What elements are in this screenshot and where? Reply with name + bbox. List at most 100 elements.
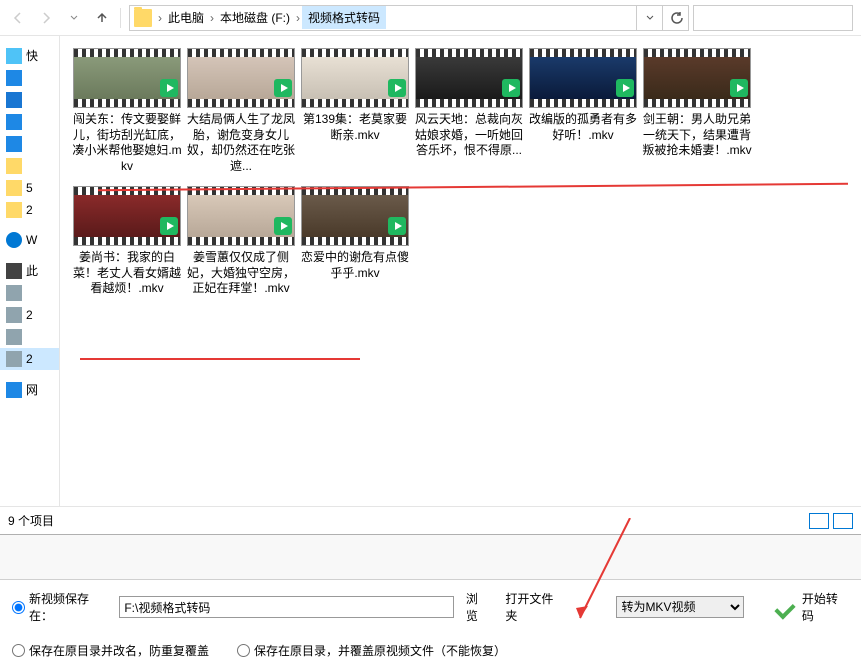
file-item[interactable]: 姜雪蕙仅仅成了侧妃，大婚独守空房，正妃在拜堂！.mkv (186, 186, 296, 297)
radio-input[interactable] (12, 601, 25, 614)
crumb-pc[interactable]: 此电脑 (164, 9, 208, 26)
view-icons-button[interactable] (833, 513, 853, 529)
forward-button[interactable] (34, 6, 58, 30)
sidebar-item[interactable]: 2 (0, 348, 59, 370)
sidebar-label: 2 (26, 203, 33, 217)
radio-input[interactable] (237, 644, 250, 657)
back-button[interactable] (6, 6, 30, 30)
play-icon (730, 79, 748, 97)
sidebar-item[interactable] (0, 133, 59, 155)
sidebar-item[interactable]: 2 (0, 304, 59, 326)
sidebar-item[interactable] (0, 155, 59, 177)
refresh-button[interactable] (662, 6, 688, 30)
browse-button[interactable]: 浏览 (462, 588, 494, 626)
drive-icon (6, 329, 22, 345)
radio-input[interactable] (12, 644, 25, 657)
sidebar-label: 此 (26, 262, 38, 279)
crumb-drive[interactable]: 本地磁盘 (F:) (216, 9, 294, 26)
file-item[interactable]: 改编版的孤勇者有多好听！.mkv (528, 48, 638, 174)
search-input[interactable] (693, 5, 853, 31)
sidebar-item[interactable] (0, 282, 59, 304)
status-bar: 9 个项目 (0, 506, 861, 534)
play-icon (388, 79, 406, 97)
sidebar-pc[interactable]: 此 (0, 259, 59, 282)
picture-icon (6, 136, 22, 152)
sidebar-label: 5 (26, 181, 33, 195)
play-icon (274, 79, 292, 97)
file-item[interactable]: 大结局俩人生了龙凤胎，谢危变身女儿奴，却仍然还在吃张遮... (186, 48, 296, 174)
sidebar-item[interactable] (0, 67, 59, 89)
file-name: 风云天地：总裁向灰姑娘求婚，一听她回答乐坏，恨不得原... (414, 112, 524, 159)
file-name: 第139集：老莫家要断亲.mkv (300, 112, 410, 143)
sidebar-label: 快 (26, 47, 38, 64)
file-item[interactable]: 风云天地：总裁向灰姑娘求婚，一听她回答乐坏，恨不得原... (414, 48, 524, 174)
chevron-right-icon: › (156, 11, 164, 25)
sidebar-item[interactable] (0, 111, 59, 133)
sidebar-wps[interactable]: W (0, 229, 59, 251)
sidebar-item[interactable]: 2 (0, 199, 59, 221)
play-icon (388, 217, 406, 235)
video-thumbnail (73, 48, 181, 108)
file-item[interactable]: 恋爱中的谢危有点傻乎乎.mkv (300, 186, 410, 297)
sidebar-item[interactable]: 5 (0, 177, 59, 199)
folder-icon (6, 158, 22, 174)
recent-dropdown[interactable] (62, 6, 86, 30)
video-thumbnail (187, 186, 295, 246)
save-location-radio[interactable]: 新视频保存在： (12, 590, 111, 624)
play-icon (160, 79, 178, 97)
file-name: 闯关东：传文要娶鲜儿，街坊刮光缸底，凑小米帮他娶媳妇.mkv (72, 112, 182, 174)
file-name: 恋爱中的谢危有点傻乎乎.mkv (300, 250, 410, 281)
file-name: 剑王朝：男人助兄弟一统天下，结果遭背叛被抢未婚妻！.mkv (642, 112, 752, 159)
video-thumbnail (415, 48, 523, 108)
start-convert-button[interactable]: 开始转码 (772, 590, 849, 624)
file-name: 姜尚书：我家的白菜！老丈人看女婿越看越烦！.mkv (72, 250, 182, 297)
path-input[interactable] (119, 596, 453, 618)
save-overwrite-radio[interactable]: 保存在原目录，并覆盖原视频文件（不能恢复） (237, 642, 506, 659)
file-view[interactable]: 闯关东：传文要娶鲜儿，街坊刮光缸底，凑小米帮他娶媳妇.mkv 大结局俩人生了龙凤… (60, 36, 861, 506)
video-thumbnail (73, 186, 181, 246)
video-thumbnail (643, 48, 751, 108)
file-name: 姜雪蕙仅仅成了侧妃，大婚独守空房，正妃在拜堂！.mkv (186, 250, 296, 297)
video-thumbnail (187, 48, 295, 108)
radio-label-text: 保存在原目录，并覆盖原视频文件（不能恢复） (254, 642, 506, 659)
folder-icon (6, 180, 22, 196)
save-rename-radio[interactable]: 保存在原目录并改名，防重复覆盖 (12, 642, 209, 659)
sidebar-net[interactable]: 网 (0, 378, 59, 401)
sidebar-item[interactable] (0, 326, 59, 348)
sidebar: 快 5 2 W 此 2 2 网 (0, 36, 60, 506)
file-name: 大结局俩人生了龙凤胎，谢危变身女儿奴，却仍然还在吃张遮... (186, 112, 296, 174)
file-item[interactable]: 闯关东：传文要娶鲜儿，街坊刮光缸底，凑小米帮他娶媳妇.mkv (72, 48, 182, 174)
file-name: 改编版的孤勇者有多好听！.mkv (528, 112, 638, 143)
drive-icon (6, 285, 22, 301)
radio-label-text: 新视频保存在： (29, 590, 111, 624)
play-icon (274, 217, 292, 235)
radio-label-text: 保存在原目录并改名，防重复覆盖 (29, 642, 209, 659)
file-item[interactable]: 剑王朝：男人助兄弟一统天下，结果遭背叛被抢未婚妻！.mkv (642, 48, 752, 174)
open-folder-button[interactable]: 打开文件夹 (501, 588, 568, 626)
breadcrumb: › 此电脑 › 本地磁盘 (F:) › 视频格式转码 (156, 6, 636, 29)
address-dropdown[interactable] (636, 6, 662, 30)
sidebar-quick[interactable]: 快 (0, 44, 59, 67)
address-bar[interactable]: › 此电脑 › 本地磁盘 (F:) › 视频格式转码 (129, 5, 689, 31)
doc-icon (6, 114, 22, 130)
crumb-folder[interactable]: 视频格式转码 (302, 6, 386, 29)
check-icon (772, 595, 796, 619)
play-icon (616, 79, 634, 97)
download-icon (6, 92, 22, 108)
view-details-button[interactable] (809, 513, 829, 529)
sidebar-label: 网 (26, 381, 38, 398)
pc-icon (6, 263, 22, 279)
play-icon (502, 79, 520, 97)
sidebar-item[interactable] (0, 89, 59, 111)
file-item[interactable]: 第139集：老莫家要断亲.mkv (300, 48, 410, 174)
format-select[interactable]: 转为MKV视频 (616, 596, 744, 618)
annotation-line (80, 358, 360, 360)
cloud-icon (6, 232, 22, 248)
desktop-icon (6, 70, 22, 86)
sidebar-label: 2 (26, 352, 33, 366)
network-icon (6, 382, 22, 398)
start-label: 开始转码 (802, 590, 849, 624)
star-icon (6, 48, 22, 64)
up-button[interactable] (90, 6, 114, 30)
file-item[interactable]: 姜尚书：我家的白菜！老丈人看女婿越看越烦！.mkv (72, 186, 182, 297)
